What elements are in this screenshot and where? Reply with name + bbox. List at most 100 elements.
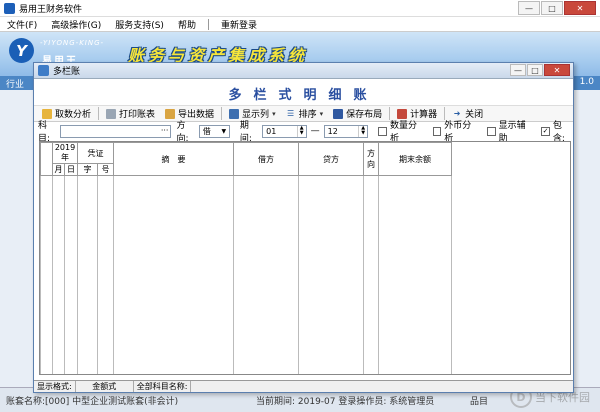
export-icon: [165, 108, 176, 119]
checkbox-box: [378, 126, 387, 136]
columns-icon: [229, 108, 240, 119]
spinner-arrows-icon[interactable]: ▲ ▼: [358, 125, 367, 137]
period-dash: —: [310, 126, 320, 136]
row-header-corner: [40, 142, 53, 176]
brand-name-en: -YIYONG-KING-: [40, 39, 105, 47]
table-row[interactable]: [40, 197, 453, 209]
debit-header[interactable]: 借方: [233, 142, 300, 176]
table-row[interactable]: [40, 285, 453, 297]
table-row[interactable]: [40, 318, 453, 330]
multi-column-ledger-window: 多栏账 — □ ✕ 多栏式明细账 取数分析 打印账表 导出数据 显示列 ▾ ☰ …: [33, 62, 574, 393]
table-row[interactable]: [40, 219, 453, 231]
app-logo-icon: [4, 2, 15, 14]
table-row[interactable]: [40, 296, 453, 308]
table-row[interactable]: [40, 175, 453, 187]
menu-service[interactable]: 服务支持(S): [108, 18, 171, 31]
inner-status-bar: 显示格式: 金额式 全部科目名称:: [34, 380, 573, 392]
menu-relogin[interactable]: 重新登录: [214, 18, 264, 31]
sort-button[interactable]: ☰ 排序 ▾: [281, 106, 329, 121]
direction-header[interactable]: 方向: [363, 142, 380, 176]
period-to-value: 12: [327, 126, 338, 136]
chevron-down-icon: ▾: [319, 109, 324, 118]
toolbar-separator: [98, 107, 100, 120]
voucher-header: 凭证: [77, 142, 115, 164]
status-period: 当前期间: 2019-07 登录操作员: 系统管理员: [256, 397, 435, 407]
printer-icon: [106, 108, 117, 119]
heading-row: 多栏式明细账: [34, 79, 573, 105]
inner-window-controls: — □ ✕: [510, 64, 570, 76]
month-header[interactable]: 月: [52, 163, 65, 176]
direction-select[interactable]: 借 ▼: [198, 124, 230, 138]
inner-close-button[interactable]: ✕: [544, 64, 570, 76]
checkbox-box: [432, 126, 442, 136]
minimize-button[interactable]: —: [518, 1, 540, 15]
inner-title-bar: 多栏账 — □ ✕: [34, 63, 573, 79]
checkbox-box: [486, 126, 496, 136]
summary-header[interactable]: 摘 要: [113, 142, 235, 176]
table-row[interactable]: [40, 252, 453, 264]
format-label: 显示格式:: [34, 381, 76, 392]
exit-icon: ➜: [453, 109, 461, 118]
credit-header[interactable]: 贷方: [298, 142, 365, 176]
ledger-rows: [40, 175, 453, 374]
voucher-number-header[interactable]: 号: [97, 163, 115, 176]
table-row[interactable]: [40, 307, 453, 319]
table-row[interactable]: [40, 208, 453, 220]
close-button[interactable]: ✕: [564, 1, 596, 15]
ledger-table: 2019年 凭证 摘 要 借方 贷方 方向 期末余额 月 日 字 号: [40, 142, 453, 374]
table-row[interactable]: [40, 274, 453, 286]
menu-bar: 文件(F) 高级操作(G) 服务支持(S) 帮助 重新登录: [0, 17, 600, 32]
menu-help[interactable]: 帮助: [171, 18, 203, 31]
checkmark-icon: ✓: [541, 126, 550, 136]
print-label: 打印账表: [119, 110, 156, 120]
fetch-label: 取数分析: [55, 110, 92, 120]
app-title: 易用王财务软件: [19, 4, 83, 15]
day-header[interactable]: 日: [63, 163, 79, 176]
toolbar-separator: [221, 107, 223, 120]
menu-advanced[interactable]: 高级操作(G): [44, 18, 108, 31]
direction-value: 借: [202, 126, 211, 136]
format-value[interactable]: 金额式: [76, 381, 134, 392]
table-row[interactable]: [40, 186, 453, 198]
year-header: 2019年: [51, 142, 79, 164]
status-account: 账套名称:[000] 中型企业测试账套(非会计): [6, 397, 179, 407]
voucher-word-header[interactable]: 字: [77, 163, 99, 176]
period-to-spinner[interactable]: 12 ▲ ▼: [323, 124, 369, 138]
chevron-down-icon: ▼: [221, 127, 227, 135]
banner-strip-version: 1.0: [579, 77, 594, 87]
save-icon: [333, 108, 344, 119]
table-row[interactable]: [40, 340, 453, 352]
period-from-spinner[interactable]: 01 ▲ ▼: [262, 124, 307, 138]
table-row[interactable]: [40, 362, 453, 374]
table-row[interactable]: [40, 351, 453, 363]
app-title-bar: 易用王财务软件 — □ ✕: [0, 0, 600, 17]
ledger-grid: 2019年 凭证 摘 要 借方 贷方 方向 期末余额 月 日 字 号: [39, 141, 571, 375]
maximize-button[interactable]: □: [541, 1, 563, 15]
chevron-down-icon: ▾: [272, 109, 276, 118]
table-row[interactable]: [40, 230, 453, 242]
period-from-value: 01: [266, 126, 277, 136]
page-title: 多栏式明细账: [228, 88, 379, 103]
filter-row: 科目: ··· 方向: 借 ▼ 期间: 01 ▲ ▼ — 12 ▲ ▼ 数量分析 外…: [34, 121, 573, 144]
save-layout-label: 保存布局: [346, 110, 383, 120]
window-controls: — □ ✕: [518, 1, 596, 15]
print-button[interactable]: 打印账表: [101, 106, 160, 121]
subject-input[interactable]: ···: [60, 124, 172, 138]
sort-label: 排序: [298, 110, 317, 120]
fetch-icon: [42, 108, 52, 119]
brand-logo-icon: Y: [9, 38, 34, 63]
banner-strip-left: 行业: [6, 80, 25, 90]
table-row[interactable]: [40, 241, 453, 253]
spinner-arrows-icon[interactable]: ▲ ▼: [296, 125, 306, 137]
calculator-icon: [397, 108, 408, 119]
table-row[interactable]: [40, 329, 453, 341]
balance-header[interactable]: 期末余额: [378, 142, 453, 176]
table-row[interactable]: [40, 263, 453, 275]
inner-maximize-button[interactable]: □: [527, 64, 543, 76]
inner-minimize-button[interactable]: —: [510, 64, 526, 76]
status-extra: 品目: [470, 397, 489, 407]
menu-file[interactable]: 文件(F): [0, 18, 44, 31]
list-icon: ☰: [286, 109, 295, 118]
subject-browse-button[interactable]: ···: [161, 126, 169, 135]
menu-separator: [207, 18, 209, 30]
